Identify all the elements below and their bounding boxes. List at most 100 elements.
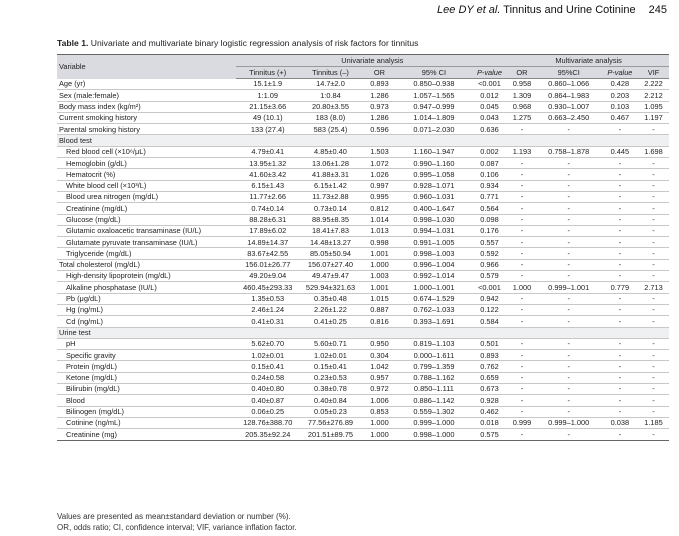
cell-multi-p: - <box>618 373 622 383</box>
cell-vif: 1.095 <box>644 102 663 112</box>
cell-multi-ci: 0.999–1.001 <box>548 282 590 292</box>
cell-uni-p: 0.176 <box>480 226 499 236</box>
cell-multi-or: - <box>520 169 524 179</box>
cell-multi-p: - <box>618 181 622 191</box>
cell-multi-p: 0.779 <box>610 282 630 292</box>
cell-uni-ci: 0.788–1.162 <box>413 373 455 383</box>
table-row: White blood cell (×10³/L) 6.15±1.43 6.15±1… <box>57 180 669 192</box>
variable-label: Total cholesterol (mg/dL) <box>59 260 140 270</box>
table-row: Blood 0.40±0.87 0.40±0.84 1.006 0.886–1.142 0… <box>57 395 669 407</box>
cell-tinnitus-negative: 49.47±9.47 <box>312 271 349 281</box>
cell-uni-ci: 0.799–1.359 <box>413 361 455 371</box>
cell-multi-ci: - <box>567 429 570 439</box>
cell-vif: - <box>652 339 655 349</box>
cell-multi-or: - <box>520 407 524 417</box>
cell-multi-p: - <box>618 215 622 224</box>
table-row: Bilirubin (mg/dL) 0.40±0.80 0.38±0.78 0.972… <box>57 384 669 395</box>
table-row: Hemoglobin (g/dL) 13.95±1.32 13.06±1.28 1.0… <box>57 158 669 169</box>
header-multi-ci: 95%CI <box>535 66 602 79</box>
cell-uni-ci: 0.850–1.111 <box>413 384 454 394</box>
cell-multi-or: 1.275 <box>512 113 532 123</box>
cell-vif: - <box>652 226 655 236</box>
cell-uni-ci: 0.400–1.647 <box>413 203 455 213</box>
cell-uni-or: 0.887 <box>370 305 389 315</box>
cell-multi-p <box>601 327 639 339</box>
cell-multi-or: - <box>520 339 524 349</box>
variable-label: Specific gravity <box>66 350 116 360</box>
cell-vif: 1.185 <box>644 418 663 428</box>
cell-multi-ci: 0.663–2.450 <box>548 113 590 123</box>
cell-uni-or: 1.001 <box>370 282 389 292</box>
cell-vif: - <box>652 203 655 213</box>
cell-tinnitus-negative: 77.56±276.89 <box>307 418 354 428</box>
cell-uni-or: 0.972 <box>370 384 389 394</box>
cell-multi-or: - <box>520 248 524 258</box>
cell-uni-p: 0.584 <box>480 316 499 326</box>
cell-tinnitus-positive: 17.89±6.02 <box>249 226 287 236</box>
cell-uni-or: 1.286 <box>370 90 389 100</box>
table-row: Protein (mg/dL) 0.15±0.41 0.15±0.41 1.042 0.… <box>57 361 669 373</box>
variable-label: Pb (μg/dL) <box>66 294 101 304</box>
header-vif: VIF <box>638 66 669 79</box>
variable-label: Cd (ng/mL) <box>66 316 103 326</box>
cell-multi-p: - <box>618 361 622 371</box>
cell-uni-or <box>361 327 398 339</box>
cell-tinnitus-negative: 201.51±89.75 <box>307 429 354 439</box>
variable-label: Hemoglobin (g/dL) <box>66 158 127 168</box>
cell-tinnitus-positive <box>236 327 300 339</box>
cell-uni-p: 0.592 <box>480 248 499 258</box>
cell-uni-p: 0.636 <box>480 124 499 134</box>
cell-tinnitus-positive: 4.79±0.41 <box>251 147 285 157</box>
cell-uni-ci: 0.762–1.033 <box>413 305 455 315</box>
table-row: Red blood cell (×10⁶/μL) 4.79±0.41 4.85±0.… <box>57 146 669 158</box>
variable-label: Creatinine (mg/dL) <box>66 203 128 213</box>
table-row: Current smoking history 49 (10.1) 183 (8.0… <box>57 112 669 124</box>
cell-uni-ci: 1.014–1.809 <box>413 113 455 123</box>
cell-uni-or: 0.998 <box>370 237 389 247</box>
cell-vif: - <box>652 395 655 405</box>
table-row: Pb (μg/dL) 1.35±0.53 0.35±0.48 1.015 0.674–1… <box>57 293 669 305</box>
cell-tinnitus-positive: 0.06±0.25 <box>251 407 285 417</box>
table-row: Hematocrit (%) 41.60±3.42 41.88±3.31 1.026 0… <box>57 169 669 181</box>
variable-label: Hg (ng/mL) <box>66 305 103 315</box>
header-variable: Variable <box>57 54 237 79</box>
footnote-abbreviations: OR, odds ratio; CI, confidence interval;… <box>57 523 297 532</box>
variable-label: Glutamic oxaloacetic transaminase (IU/L) <box>66 226 202 236</box>
cell-vif: - <box>652 384 655 394</box>
cell-multi-p: - <box>618 124 622 134</box>
cell-multi-or <box>508 134 536 147</box>
cell-multi-or: - <box>520 373 524 383</box>
cell-uni-p: 0.966 <box>480 260 499 270</box>
cell-tinnitus-positive: 156.01±26.77 <box>245 260 291 270</box>
cell-multi-p: - <box>618 316 622 326</box>
cell-uni-ci: 0.999–1.000 <box>413 418 455 428</box>
cell-multi-p: - <box>618 158 622 168</box>
table-row: Alkaline phosphatase (IU/L) 460.45±293.33… <box>57 282 669 294</box>
cell-multi-p <box>601 134 639 147</box>
cell-vif: - <box>652 316 655 326</box>
header-multi-p: P-value <box>601 66 639 79</box>
cell-multi-or: - <box>520 361 524 371</box>
cell-multi-or <box>508 327 536 339</box>
cell-multi-or: - <box>520 237 524 247</box>
table-caption-text: Univariate and multivariate binary logis… <box>90 38 419 48</box>
cell-tinnitus-negative: 156.07±27.40 <box>307 260 354 270</box>
running-head-title: Tinnitus and Urine Cotinine <box>503 4 636 16</box>
cell-uni-or: 0.957 <box>370 373 389 383</box>
cell-tinnitus-negative: 183 (8.0) <box>315 113 346 123</box>
cell-multi-p: 0.428 <box>610 79 630 89</box>
cell-tinnitus-negative: 13.06±1.28 <box>312 158 349 168</box>
cell-multi-p: - <box>618 384 622 394</box>
table-row: Cd (ng/mL) 0.41±0.31 0.41±0.25 0.816 0.393–1… <box>57 316 669 328</box>
variable-label: Ketone (mg/dL) <box>66 373 117 383</box>
cell-uni-ci: 0.886–1.142 <box>413 395 455 405</box>
cell-tinnitus-negative: 0.73±0.14 <box>314 203 347 213</box>
table-section-row: Blood test <box>57 134 669 147</box>
cell-tinnitus-negative: 4.85±0.40 <box>314 147 347 157</box>
cell-uni-ci: 0.960–1.031 <box>413 192 455 202</box>
cell-uni-ci: 1.000–1.001 <box>413 282 455 292</box>
header-row-groups: Variable Univariate analysis Multivariat… <box>57 54 669 79</box>
cell-multi-or: - <box>520 226 524 236</box>
cell-uni-p: 0.106 <box>480 169 499 179</box>
table-row: Specific gravity 1.02±0.01 1.02±0.01 0.304 0… <box>57 350 669 361</box>
